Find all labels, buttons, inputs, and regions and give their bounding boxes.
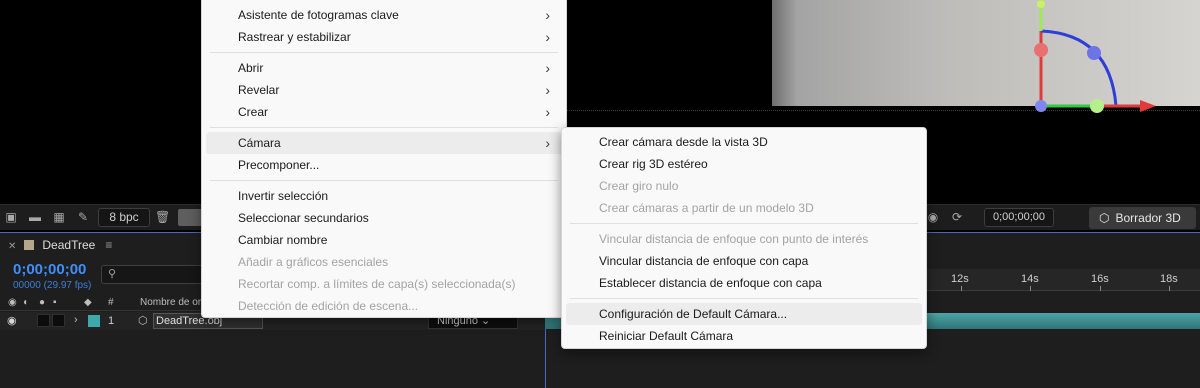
column-number: # <box>108 297 114 308</box>
solo-icon[interactable]: ● <box>39 297 45 308</box>
menu-separator <box>570 298 918 299</box>
folder-icon[interactable]: ▬ <box>28 210 42 224</box>
menu-separator <box>210 52 558 53</box>
menu-item-open[interactable]: Abrir › <box>206 57 562 79</box>
ruler-label: 16s <box>1091 273 1109 285</box>
menu-icon[interactable]: ≡ <box>105 238 112 252</box>
layer-context-menu: Asistente de fotogramas clave › Rastrear … <box>201 0 567 318</box>
submenu-item-default-camera-settings[interactable]: Configuración de Default Cámara... <box>566 303 922 325</box>
layer-number: 1 <box>108 315 115 327</box>
chevron-right-icon[interactable]: › <box>74 314 78 326</box>
ruler-tick <box>1100 286 1101 291</box>
trash-icon[interactable]: 🗑 <box>155 210 170 224</box>
menu-item-create[interactable]: Crear › <box>206 101 562 123</box>
chevron-right-icon: › <box>545 104 550 120</box>
menu-item-invert-selection[interactable]: Invertir selección <box>206 185 562 207</box>
transform-gizmo[interactable] <box>1020 0 1200 120</box>
menu-item-crop-comp-to-layers: Recortar comp. a límites de capa(s) sele… <box>238 277 516 291</box>
current-time-display[interactable]: 0;00;00;00 <box>13 261 86 278</box>
lock-toggle[interactable] <box>52 314 65 327</box>
tab-label: DeadTree <box>42 238 96 252</box>
close-icon[interactable]: ✕ <box>8 241 16 252</box>
menu-item-keyframe-assistant[interactable]: Asistente de fotogramas clave › <box>206 4 562 26</box>
cube-icon: ⬡ <box>1099 211 1110 225</box>
view-options-icon[interactable]: ⟳ <box>950 210 964 224</box>
submenu-item-set-focus-to-layer[interactable]: Establecer distancia de enfoque con capa <box>566 272 922 294</box>
tab-deadtree[interactable]: ✕ DeadTree ≡ <box>8 238 112 256</box>
menu-item-scene-edit-detection: Detección de edición de escena... <box>238 299 419 313</box>
eye-icon[interactable]: ◉ <box>8 297 17 308</box>
chevron-right-icon: › <box>545 7 550 23</box>
ruler-label: 14s <box>1021 273 1039 285</box>
submenu-item-link-focus-to-layer[interactable]: Vincular distancia de enfoque con capa <box>566 250 922 272</box>
submenu-item-create-stereo-3d-rig[interactable]: Crear rig 3D estéreo <box>566 153 922 175</box>
ruler-tick <box>1169 286 1170 291</box>
visibility-icon[interactable]: ◉ <box>7 314 17 327</box>
camera-icon[interactable]: ◉ <box>926 210 940 224</box>
viewer-timecode[interactable]: 0;00;00;00 <box>984 208 1054 227</box>
submenu-item-reset-default-camera[interactable]: Reiniciar Default Cámara <box>566 325 922 347</box>
menu-item-precompose[interactable]: Precomponer... <box>206 154 562 176</box>
ruler-label: 12s <box>951 273 969 285</box>
label-tag-icon[interactable]: ◆ <box>84 297 92 308</box>
ruler-label: 18s <box>1160 273 1178 285</box>
chevron-right-icon: › <box>545 60 550 76</box>
ruler-tick <box>1030 286 1031 291</box>
menu-item-reveal[interactable]: Revelar › <box>206 79 562 101</box>
ruler-tick <box>961 286 962 291</box>
3d-layer-icon: ⬡ <box>138 315 148 327</box>
composition-icon <box>24 240 35 250</box>
search-icon: ⚲ <box>108 268 117 280</box>
renderer-label: Borrador 3D <box>1115 211 1181 225</box>
column-source-name[interactable]: Nombre de ori <box>140 297 203 308</box>
renderer-button[interactable]: ⬡ Borrador 3D <box>1089 207 1196 229</box>
submenu-item-create-orbit-null: Crear giro nulo <box>599 179 679 193</box>
pen-icon[interactable]: ✎ <box>76 210 90 224</box>
menu-separator <box>570 223 918 224</box>
menu-item-camera[interactable]: Cámara › <box>206 132 562 154</box>
submenu-item-create-cameras-from-3d-model: Crear cámaras a partir de un modelo 3D <box>599 201 814 215</box>
menu-item-select-children[interactable]: Seleccionar secundarios <box>206 207 562 229</box>
chevron-right-icon: › <box>545 135 550 151</box>
audio-icon[interactable]: ◖ <box>22 297 28 308</box>
time-ruler[interactable]: 12s 14s 16s 18s <box>927 269 1200 291</box>
camera-submenu: Crear cámara desde la vista 3D Crear rig… <box>561 127 927 349</box>
layer-color-label[interactable] <box>88 315 100 327</box>
snapshot-icon[interactable]: ▣ <box>4 210 18 224</box>
film-icon[interactable]: ▦ <box>52 210 66 224</box>
menu-item-rename[interactable]: Cambiar nombre <box>206 229 562 251</box>
bit-depth-button[interactable]: 8 bpc <box>98 208 150 227</box>
submenu-item-create-camera-from-3d-view[interactable]: Crear cámara desde la vista 3D <box>566 131 922 153</box>
color-swatch[interactable] <box>178 209 202 226</box>
chevron-right-icon: › <box>545 29 550 45</box>
menu-separator <box>210 180 558 181</box>
submenu-item-link-focus-to-poi: Vincular distancia de enfoque con punto … <box>599 232 869 246</box>
menu-item-add-to-essential-graphics: Añadir a gráficos esenciales <box>238 255 389 269</box>
solo-toggle[interactable] <box>37 314 50 327</box>
chevron-right-icon: › <box>545 82 550 98</box>
frame-rate-label: 00000 (29.97 fps) <box>13 280 92 291</box>
menu-separator <box>210 127 558 128</box>
layer-search-input[interactable]: ⚲ <box>101 265 211 284</box>
menu-item-track-stabilize[interactable]: Rastrear y estabilizar › <box>206 26 562 48</box>
lock-icon[interactable]: ▪ <box>53 297 57 308</box>
